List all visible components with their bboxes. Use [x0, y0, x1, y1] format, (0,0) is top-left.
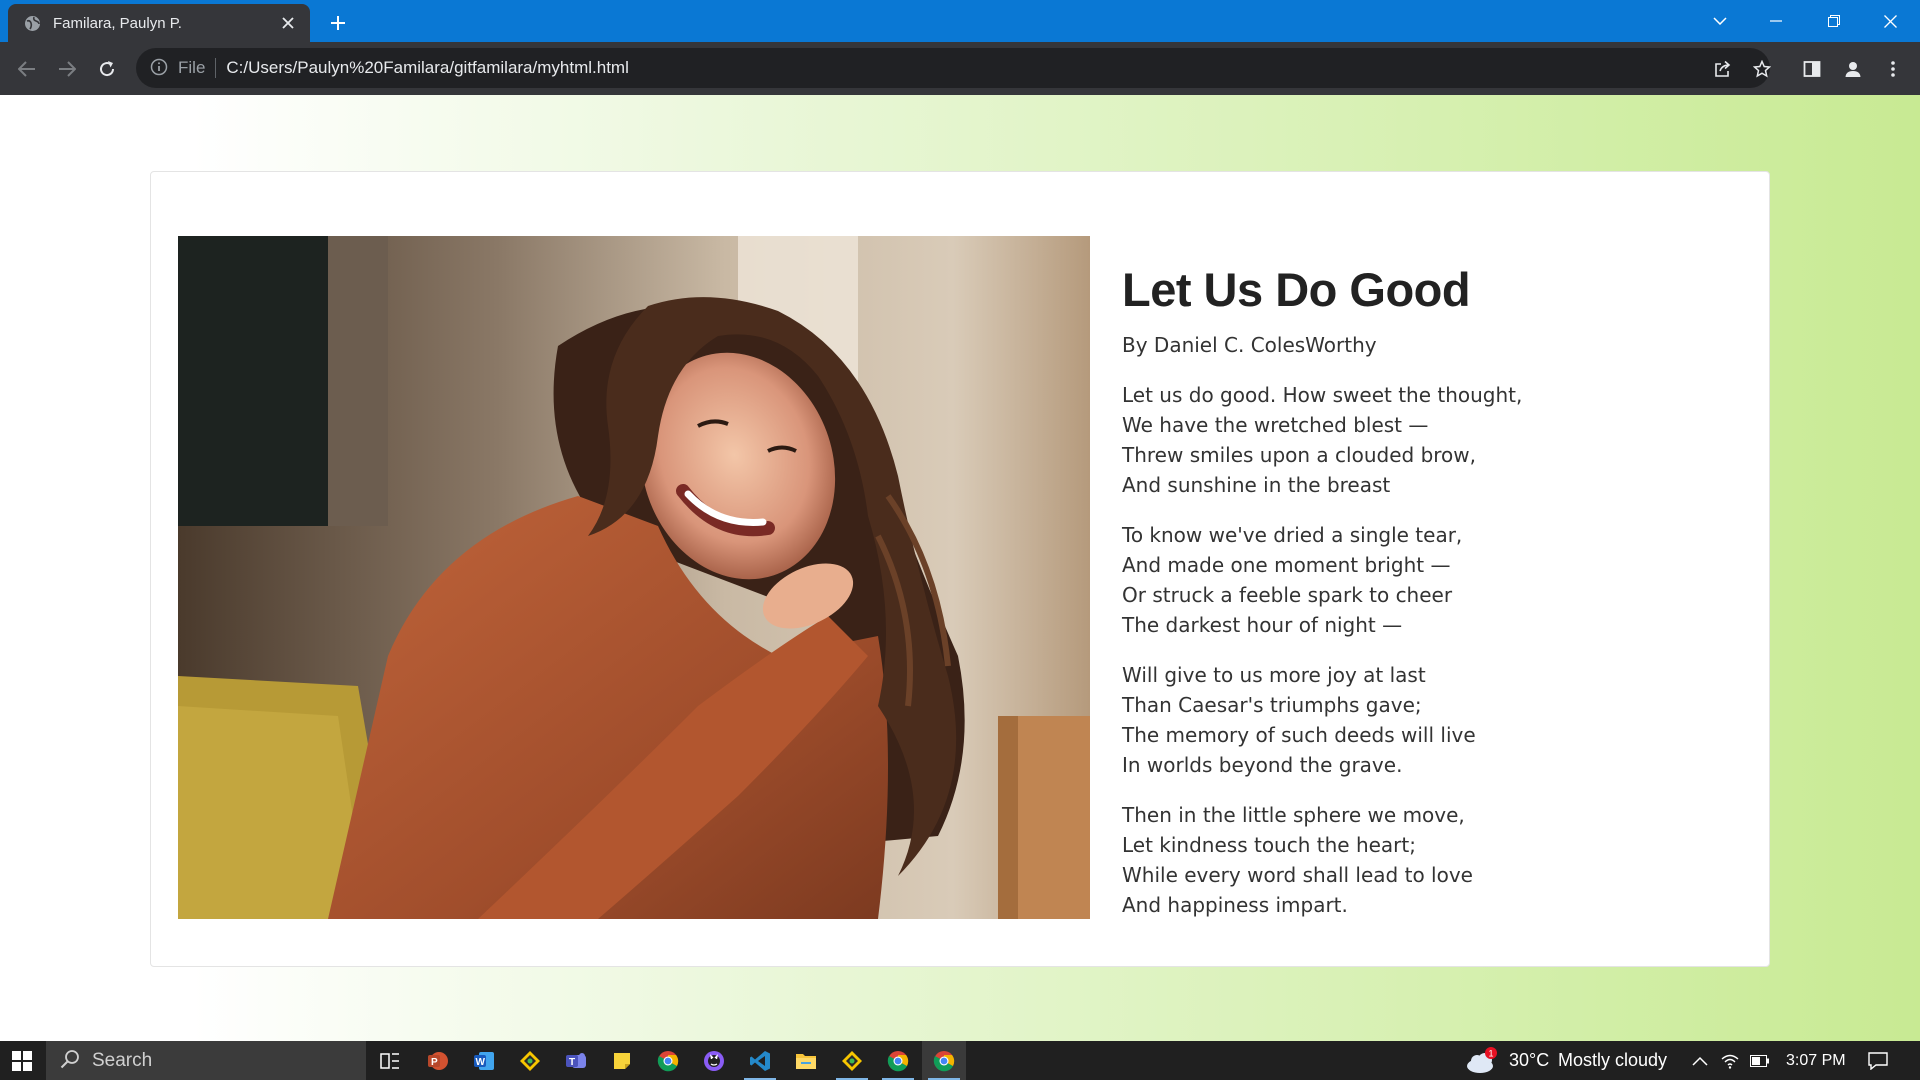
weather-condition[interactable]: Mostly cloudy [1558, 1041, 1667, 1080]
bookmark-star-icon[interactable] [1745, 52, 1779, 86]
search-icon [60, 1049, 80, 1073]
chrome-icon-2[interactable] [876, 1041, 920, 1080]
poem-line: Then in the little sphere we move, [1122, 803, 1465, 827]
page-viewport: Let Us Do Good By Daniel C. ColesWorthy … [0, 95, 1920, 1041]
address-bar[interactable]: File C:/Users/Paulyn%20Familara/gitfamil… [136, 48, 1770, 88]
close-tab-icon[interactable] [278, 13, 298, 33]
reload-button[interactable] [90, 52, 124, 86]
poem-line: Than Caesar's triumphs gave; [1122, 693, 1422, 717]
poem-line: Let kindness touch the heart; [1122, 833, 1416, 857]
weather-badge-count: 1 [1489, 1048, 1494, 1058]
portrait-photo [178, 236, 1090, 919]
svg-text:T: T [569, 1057, 575, 1068]
url-scheme-label: File [178, 58, 206, 77]
poem-line: And made one moment bright — [1122, 553, 1451, 577]
sourcetree-icon-2[interactable] [830, 1041, 874, 1080]
poem-line: The memory of such deeds will live [1122, 723, 1476, 747]
word-icon[interactable]: W [462, 1041, 506, 1080]
tab-title: Familara, Paulyn P. [53, 14, 182, 32]
new-tab-button[interactable] [324, 9, 352, 37]
poem-card: Let Us Do Good By Daniel C. ColesWorthy … [150, 171, 1770, 967]
clock[interactable]: 3:07 PM [1786, 1041, 1846, 1080]
windows-start-icon[interactable] [0, 1041, 44, 1080]
side-panel-icon[interactable] [1795, 52, 1829, 86]
stanza-3: Will give to us more joy at last Than Ca… [1122, 660, 1722, 780]
close-window-button[interactable] [1862, 0, 1918, 42]
powerpoint-icon[interactable]: P [416, 1041, 460, 1080]
vscode-icon[interactable] [738, 1041, 782, 1080]
minimize-button[interactable] [1748, 0, 1804, 42]
chrome-icon[interactable] [646, 1041, 690, 1080]
browser-tab[interactable]: Familara, Paulyn P. [8, 4, 310, 42]
poem-line: And sunshine in the breast [1122, 473, 1391, 497]
file-explorer-icon[interactable] [784, 1041, 828, 1080]
url-separator [215, 58, 217, 78]
poem-line: Let us do good. How sweet the thought, [1122, 383, 1523, 407]
share-icon[interactable] [1706, 52, 1740, 86]
globe-icon [24, 15, 41, 32]
poem-line: Will give to us more joy at last [1122, 663, 1426, 687]
poem-line: The darkest hour of night — [1122, 613, 1403, 637]
poem-line: Threw smiles upon a clouded brow, [1122, 443, 1476, 467]
task-view-icon[interactable] [368, 1041, 412, 1080]
stanza-2: To know we've dried a single tear, And m… [1122, 520, 1722, 640]
poem-line: Or struck a feeble spark to cheer [1122, 583, 1453, 607]
teams-icon[interactable]: T [554, 1041, 598, 1080]
windows-taskbar: Search P W T 1 30°C Mostly cloudy 3:07 P… [0, 1041, 1920, 1080]
poem-text-column: Let Us Do Good By Daniel C. ColesWorthy … [1122, 262, 1722, 920]
github-desktop-icon[interactable] [692, 1041, 736, 1080]
chrome-icon-active[interactable] [922, 1041, 966, 1080]
battery-icon[interactable] [1742, 1041, 1778, 1080]
weather-temperature[interactable]: 30°C [1509, 1041, 1549, 1080]
poem-author: By Daniel C. ColesWorthy [1122, 333, 1377, 357]
svg-text:P: P [431, 1057, 438, 1068]
weather-cloud-icon[interactable]: 1 [1462, 1041, 1502, 1080]
poem-line: We have the wretched blest — [1122, 413, 1429, 437]
tab-search-icon[interactable] [1692, 0, 1748, 42]
restore-button[interactable] [1806, 0, 1862, 42]
back-button[interactable] [10, 52, 44, 86]
poem-line: While every word shall lead to love [1122, 863, 1473, 887]
menu-kebab-icon[interactable] [1876, 52, 1910, 86]
info-icon[interactable] [150, 58, 170, 78]
search-label: Search [92, 1049, 153, 1071]
stanza-4: Then in the little sphere we move, Let k… [1122, 800, 1722, 920]
sticky-notes-icon[interactable] [600, 1041, 644, 1080]
poem-title: Let Us Do Good [1122, 263, 1471, 316]
poem-line: To know we've dried a single tear, [1122, 523, 1463, 547]
profile-icon[interactable] [1836, 52, 1870, 86]
url-text[interactable]: C:/Users/Paulyn%20Familara/gitfamilara/m… [226, 58, 1770, 78]
notification-icon[interactable] [1856, 1041, 1900, 1080]
svg-text:W: W [476, 1057, 486, 1068]
title-bar: Familara, Paulyn P. [0, 0, 1920, 42]
forward-button[interactable] [50, 52, 84, 86]
taskbar-search-box[interactable]: Search [46, 1041, 366, 1080]
poem-line: And happiness impart. [1122, 893, 1348, 917]
browser-toolbar: File C:/Users/Paulyn%20Familara/gitfamil… [0, 42, 1920, 95]
sourcetree-icon[interactable] [508, 1041, 552, 1080]
poem-line: In worlds beyond the grave. [1122, 753, 1403, 777]
stanza-1: Let us do good. How sweet the thought, W… [1122, 380, 1722, 500]
